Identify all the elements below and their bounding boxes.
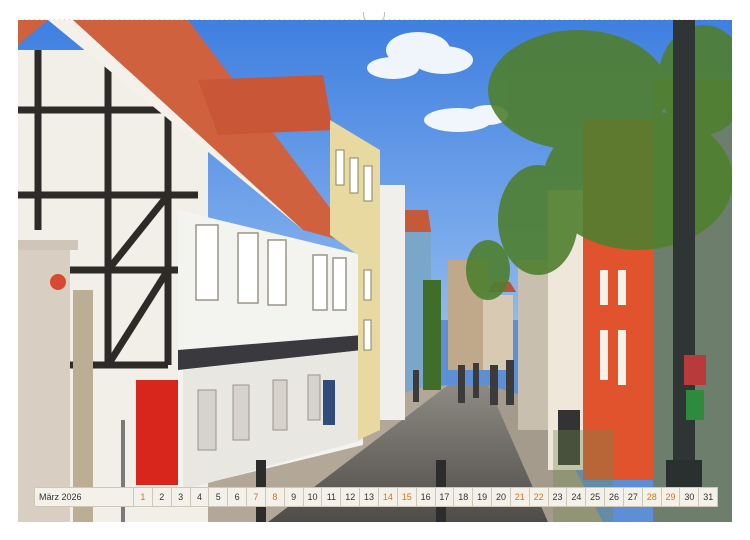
day-cell: 7 <box>246 488 265 506</box>
day-cell: 25 <box>585 488 604 506</box>
day-cell: 14 <box>377 488 397 506</box>
day-cell: 31 <box>698 488 717 506</box>
street-scene <box>18 20 732 522</box>
day-cell: 15 <box>396 488 416 506</box>
day-cell: 1 <box>133 488 152 506</box>
green-door <box>323 380 335 425</box>
wall-lamp <box>50 274 66 290</box>
day-cell: 23 <box>547 488 567 506</box>
day-cell: 27 <box>622 488 642 506</box>
calendar-photo <box>18 20 732 522</box>
white-facade <box>178 210 363 490</box>
month-label: März 2026 <box>35 492 133 502</box>
day-cell: 8 <box>264 488 284 506</box>
month-name: März <box>39 492 59 502</box>
day-cell: 18 <box>453 488 472 506</box>
day-cell: 5 <box>208 488 227 506</box>
street-sign <box>684 355 706 385</box>
day-cell: 29 <box>660 488 680 506</box>
day-cell: 12 <box>340 488 359 506</box>
tree-left-vines <box>423 280 441 390</box>
day-cell: 11 <box>321 488 340 506</box>
red-tile-roof-dormer <box>198 75 333 135</box>
red-door <box>136 380 178 485</box>
day-cell: 16 <box>415 488 435 506</box>
day-cell: 13 <box>359 488 378 506</box>
day-cell: 28 <box>641 488 661 506</box>
day-cell: 6 <box>227 488 246 506</box>
day-cell: 21 <box>509 488 529 506</box>
calendar-strip: März 2026 1 2 3 4 5 6 7 8 9 10 11 12 13 14 15 16 17 18 19 2… <box>34 487 718 507</box>
day-cell: 2 <box>151 488 171 506</box>
day-cell: 10 <box>302 488 322 506</box>
day-cell: 22 <box>528 488 548 506</box>
day-cell: 26 <box>604 488 623 506</box>
day-cell: 24 <box>566 488 585 506</box>
day-cell: 9 <box>283 488 303 506</box>
day-cell: 3 <box>170 488 190 506</box>
year-label: 2026 <box>61 492 82 502</box>
day-cell: 17 <box>434 488 454 506</box>
day-cells: 1 2 3 4 5 6 7 8 9 10 11 12 13 14 15 16 17 18 19 20 21 22 23 24 2… <box>133 488 717 506</box>
day-cell: 30 <box>679 488 698 506</box>
day-cell: 4 <box>189 488 209 506</box>
day-cell: 20 <box>491 488 510 506</box>
day-cell: 19 <box>472 488 491 506</box>
